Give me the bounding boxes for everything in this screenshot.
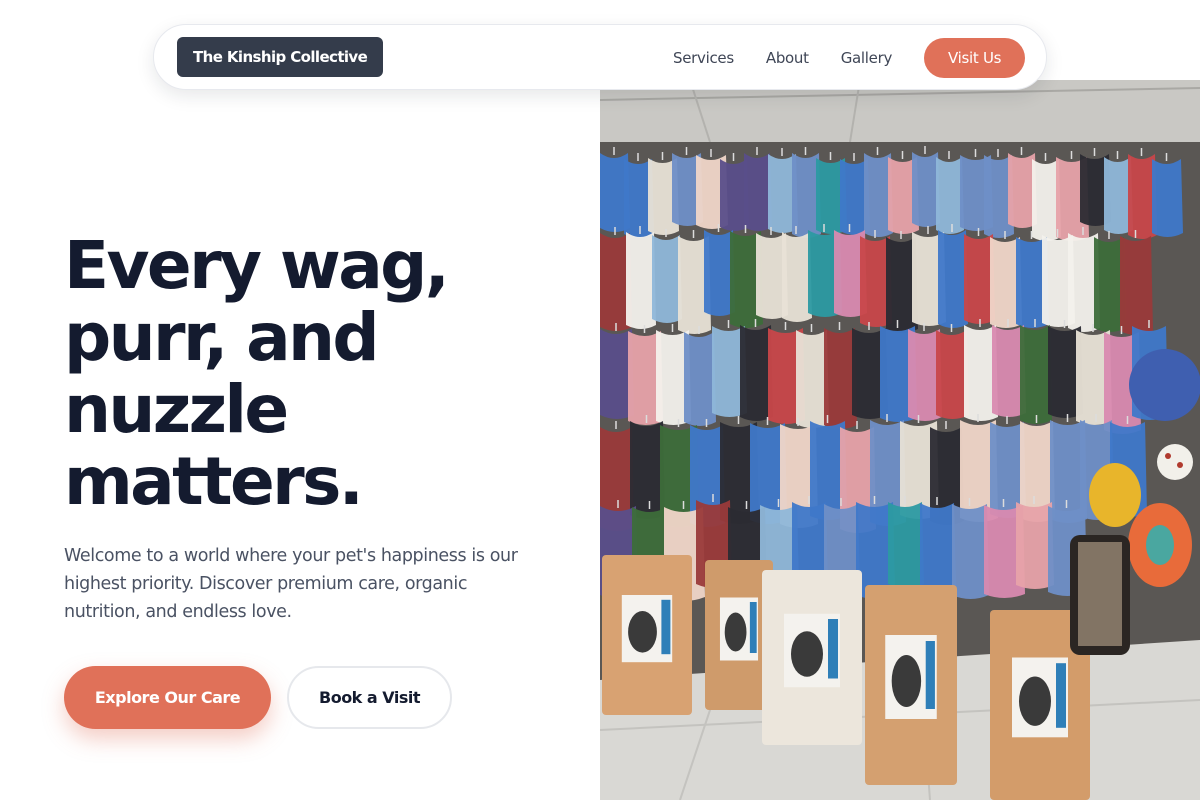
- nav-link-services[interactable]: Services: [673, 49, 734, 67]
- cat-photo: [891, 655, 922, 707]
- bag-stripe: [1056, 663, 1066, 728]
- headline-line: matters.: [64, 443, 364, 520]
- bag-stripe: [749, 602, 757, 653]
- subcopy-line: highest priority. Discover premium care,…: [64, 574, 468, 594]
- cat-photo: [791, 631, 823, 677]
- headline-line: nuzzle: [64, 371, 289, 448]
- bag-stripe: [925, 641, 935, 709]
- nav-link-about[interactable]: About: [766, 49, 809, 67]
- bag-stripe: [828, 619, 838, 679]
- cat-photo: [1019, 676, 1051, 726]
- hero-subcopy: Welcome to a world where your pet's happ…: [64, 542, 554, 626]
- hanging-garment: [952, 504, 989, 599]
- headline-line: Every wag,: [64, 227, 450, 304]
- bag-stripe: [661, 599, 671, 655]
- hanging-garment: [1152, 159, 1183, 237]
- top-navigation: The Kinship Collective Services About Ga…: [153, 24, 1047, 90]
- book-visit-button[interactable]: Book a Visit: [287, 666, 452, 729]
- explore-care-button[interactable]: Explore Our Care: [64, 666, 271, 729]
- hanging-garment: [938, 230, 968, 328]
- pet-store-photo: [600, 80, 1200, 800]
- hanging-garment: [1120, 236, 1153, 335]
- hero-headline: Every wag, purr, and nuzzle matters.: [64, 230, 584, 518]
- hanging-garment: [920, 503, 956, 591]
- hanging-garment: [888, 502, 924, 588]
- subcopy-line: nutrition, and endless love.: [64, 602, 292, 622]
- hero-image: [600, 80, 1200, 800]
- hanging-garment: [936, 157, 964, 234]
- visit-us-button[interactable]: Visit Us: [924, 38, 1026, 78]
- cat-photo: [628, 611, 657, 653]
- hanging-garment: [626, 232, 656, 329]
- headline-line: purr, and: [64, 299, 380, 376]
- hanging-garment: [630, 421, 665, 519]
- nav-link-gallery[interactable]: Gallery: [841, 49, 893, 67]
- cat-photo: [724, 612, 747, 652]
- hanging-garment: [912, 152, 940, 227]
- hanging-garment: [782, 232, 812, 322]
- hanging-garment: [652, 235, 682, 323]
- brand-logo[interactable]: The Kinship Collective: [177, 37, 384, 77]
- nav-links: Services About Gallery Visit Us: [673, 25, 1026, 91]
- hanging-garment: [684, 332, 716, 426]
- hanging-garment: [1020, 325, 1052, 424]
- subcopy-line: Welcome to a world where your pet's happ…: [64, 546, 518, 566]
- hanging-garment: [744, 153, 772, 231]
